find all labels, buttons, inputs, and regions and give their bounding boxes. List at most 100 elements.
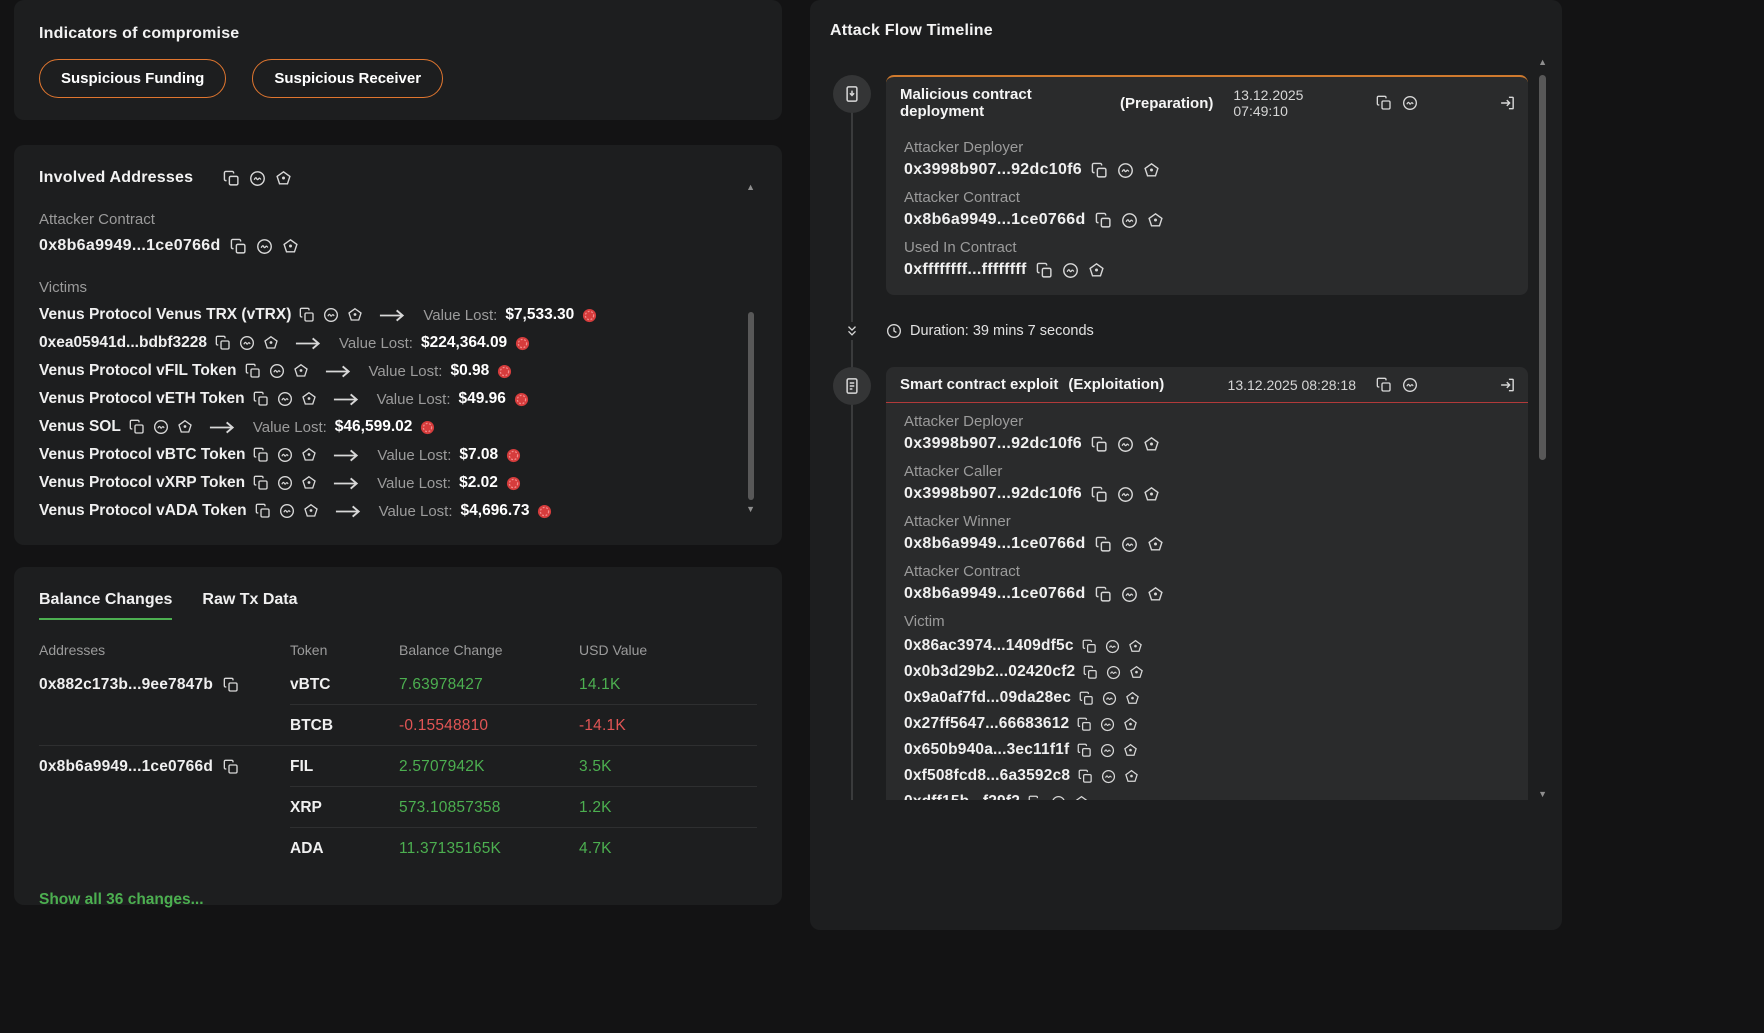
blockscan-icon[interactable]: [1125, 691, 1140, 706]
blockscan-icon[interactable]: [1147, 536, 1164, 553]
blockscan-icon[interactable]: [282, 238, 299, 255]
copy-icon[interactable]: [230, 238, 247, 255]
copy-icon[interactable]: [1095, 536, 1112, 553]
metasleuth-icon[interactable]: [277, 475, 293, 491]
open-event-icon[interactable]: [1499, 95, 1516, 112]
copy-icon[interactable]: [1376, 95, 1392, 111]
scroll-down-button[interactable]: ▼: [746, 505, 755, 514]
copy-icon[interactable]: [1078, 769, 1093, 784]
metasleuth-icon[interactable]: [277, 447, 293, 463]
copy-icon[interactable]: [223, 677, 239, 693]
blockscan-icon[interactable]: [1088, 262, 1105, 279]
blockscan-icon[interactable]: [303, 503, 319, 519]
blockscan-icon[interactable]: [1129, 665, 1144, 680]
copy-icon[interactable]: [223, 759, 239, 775]
blockscan-icon[interactable]: [1123, 743, 1138, 758]
blockscan-icon[interactable]: [1147, 212, 1164, 229]
metasleuth-icon[interactable]: [1102, 691, 1117, 706]
metasleuth-icon[interactable]: [323, 307, 339, 323]
blockscan-icon[interactable]: [1128, 639, 1143, 654]
copy-icon[interactable]: [1083, 665, 1098, 680]
metasleuth-icon[interactable]: [1117, 162, 1134, 179]
copy-icon[interactable]: [1376, 377, 1392, 393]
copy-icon[interactable]: [299, 307, 315, 323]
metasleuth-icon[interactable]: [277, 391, 293, 407]
copy-icon[interactable]: [1095, 212, 1112, 229]
scroll-up-button[interactable]: ▲: [746, 183, 755, 192]
metasleuth-icon[interactable]: [1402, 95, 1418, 111]
blockscan-icon[interactable]: [1143, 162, 1160, 179]
metasleuth-icon[interactable]: [1105, 639, 1120, 654]
blockscan-icon[interactable]: [293, 363, 309, 379]
loss-token-icon: [537, 504, 552, 519]
table-row: 0x882c173b...9ee7847b vBTC 7.63978427 14…: [39, 664, 757, 705]
metasleuth-icon[interactable]: [1100, 743, 1115, 758]
victim-address: 0xdff15b...f29f2: [904, 793, 1020, 800]
copy-icon[interactable]: [1036, 262, 1053, 279]
blockscan-icon[interactable]: [301, 391, 317, 407]
metasleuth-icon[interactable]: [1121, 536, 1138, 553]
metasleuth-icon[interactable]: [1062, 262, 1079, 279]
tag-suspicious-receiver[interactable]: Suspicious Receiver: [252, 59, 443, 98]
blockscan-icon[interactable]: [275, 170, 292, 187]
contract-exploit-icon: [843, 377, 861, 395]
copy-icon[interactable]: [253, 391, 269, 407]
copy-icon[interactable]: [215, 335, 231, 351]
metasleuth-icon[interactable]: [256, 238, 273, 255]
timeline-scroll-area[interactable]: Malicious contract deployment (Preparati…: [830, 58, 1544, 800]
copy-icon[interactable]: [1091, 436, 1108, 453]
blockscan-icon[interactable]: [1074, 795, 1089, 801]
copy-icon[interactable]: [245, 363, 261, 379]
show-all-changes-link[interactable]: Show all 36 changes...: [39, 891, 757, 909]
blockscan-icon[interactable]: [1123, 717, 1138, 732]
tag-suspicious-funding[interactable]: Suspicious Funding: [39, 59, 226, 98]
copy-icon[interactable]: [253, 447, 269, 463]
scrollbar-thumb[interactable]: [748, 312, 754, 500]
copy-icon[interactable]: [129, 419, 145, 435]
row-usd: 14.1K: [579, 676, 757, 694]
copy-icon[interactable]: [1077, 717, 1092, 732]
scrollbar-thumb[interactable]: [1539, 75, 1546, 460]
copy-icon[interactable]: [1028, 795, 1043, 801]
metasleuth-icon[interactable]: [1101, 769, 1116, 784]
open-event-icon[interactable]: [1499, 376, 1516, 393]
blockscan-icon[interactable]: [347, 307, 363, 323]
metasleuth-icon[interactable]: [1121, 212, 1138, 229]
copy-icon[interactable]: [1091, 162, 1108, 179]
copy-icon[interactable]: [255, 503, 271, 519]
metasleuth-icon[interactable]: [1117, 486, 1134, 503]
blockscan-icon[interactable]: [263, 335, 279, 351]
event-card-header[interactable]: Smart contract exploit (Exploitation) 13…: [886, 367, 1528, 403]
metasleuth-icon[interactable]: [1121, 586, 1138, 603]
metasleuth-icon[interactable]: [1100, 717, 1115, 732]
copy-icon[interactable]: [1077, 743, 1092, 758]
metasleuth-icon[interactable]: [249, 170, 266, 187]
tab-balance-changes[interactable]: Balance Changes: [39, 591, 172, 620]
blockscan-icon[interactable]: [177, 419, 193, 435]
scroll-down-button[interactable]: ▼: [1538, 790, 1547, 799]
copy-icon[interactable]: [223, 170, 240, 187]
metasleuth-icon[interactable]: [153, 419, 169, 435]
copy-icon[interactable]: [1079, 691, 1094, 706]
tab-raw-tx-data[interactable]: Raw Tx Data: [202, 591, 297, 620]
metasleuth-icon[interactable]: [1106, 665, 1121, 680]
event-card-header[interactable]: Malicious contract deployment (Preparati…: [886, 77, 1528, 129]
blockscan-icon[interactable]: [1143, 436, 1160, 453]
scroll-up-button[interactable]: ▲: [1538, 58, 1547, 67]
metasleuth-icon[interactable]: [1051, 795, 1066, 801]
copy-icon[interactable]: [1082, 639, 1097, 654]
blockscan-icon[interactable]: [1147, 586, 1164, 603]
blockscan-icon[interactable]: [301, 475, 317, 491]
metasleuth-icon[interactable]: [1117, 436, 1134, 453]
metasleuth-icon[interactable]: [239, 335, 255, 351]
blockscan-icon[interactable]: [1143, 486, 1160, 503]
metasleuth-icon[interactable]: [279, 503, 295, 519]
copy-icon[interactable]: [1095, 586, 1112, 603]
copy-icon[interactable]: [1091, 486, 1108, 503]
copy-icon[interactable]: [253, 475, 269, 491]
blockscan-icon[interactable]: [301, 447, 317, 463]
metasleuth-icon[interactable]: [1402, 377, 1418, 393]
blockscan-icon[interactable]: [1124, 769, 1139, 784]
event-card-body: Attacker Deployer 0x3998b907...92dc10f6 …: [886, 139, 1528, 295]
metasleuth-icon[interactable]: [269, 363, 285, 379]
